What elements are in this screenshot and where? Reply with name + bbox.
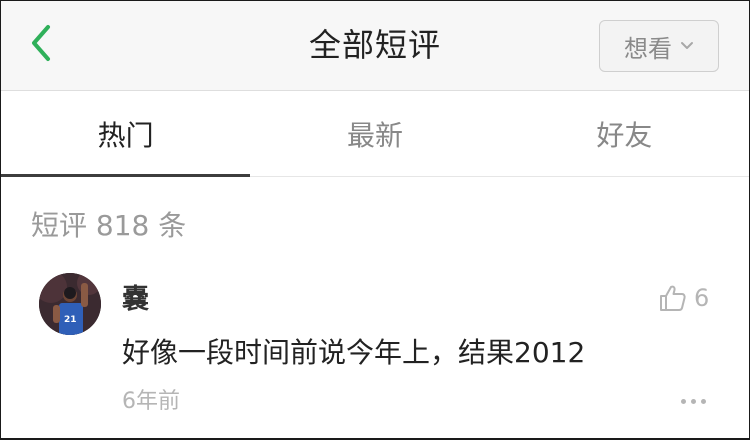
tab-latest[interactable]: 最新	[250, 92, 499, 176]
thumbs-up-icon	[660, 285, 686, 311]
avatar-image: 21	[39, 273, 101, 335]
comments-count: 短评 818 条	[31, 209, 187, 242]
comment-text: 好像一段时间前说今年上，结果2012	[122, 336, 586, 369]
comment-username[interactable]: 嚢	[122, 281, 149, 319]
more-options-button[interactable]	[673, 389, 713, 413]
more-dots-icon	[680, 398, 686, 404]
avatar[interactable]: 21	[39, 273, 101, 335]
want-to-watch-button[interactable]: 想看	[599, 20, 719, 72]
more-dots-icon	[700, 398, 706, 404]
comment-time: 6年前	[122, 389, 180, 414]
like-count: 6	[694, 284, 710, 312]
navigation-bar: 全部短评 想看	[1, 1, 749, 91]
more-dots-icon	[690, 398, 696, 404]
svg-text:21: 21	[64, 315, 77, 325]
chevron-down-icon	[681, 42, 693, 49]
sort-tabs: 热门 最新 好友	[1, 92, 749, 177]
tab-friends[interactable]: 好友	[500, 92, 749, 176]
like-button[interactable]: 6	[658, 283, 709, 313]
app-frame: 全部短评 想看 热门 最新 好友 短评 818 条 21 嚢 6 好像一段时间前…	[0, 0, 750, 440]
want-to-watch-label: 想看	[624, 34, 672, 63]
tab-hot[interactable]: 热门	[1, 92, 251, 177]
